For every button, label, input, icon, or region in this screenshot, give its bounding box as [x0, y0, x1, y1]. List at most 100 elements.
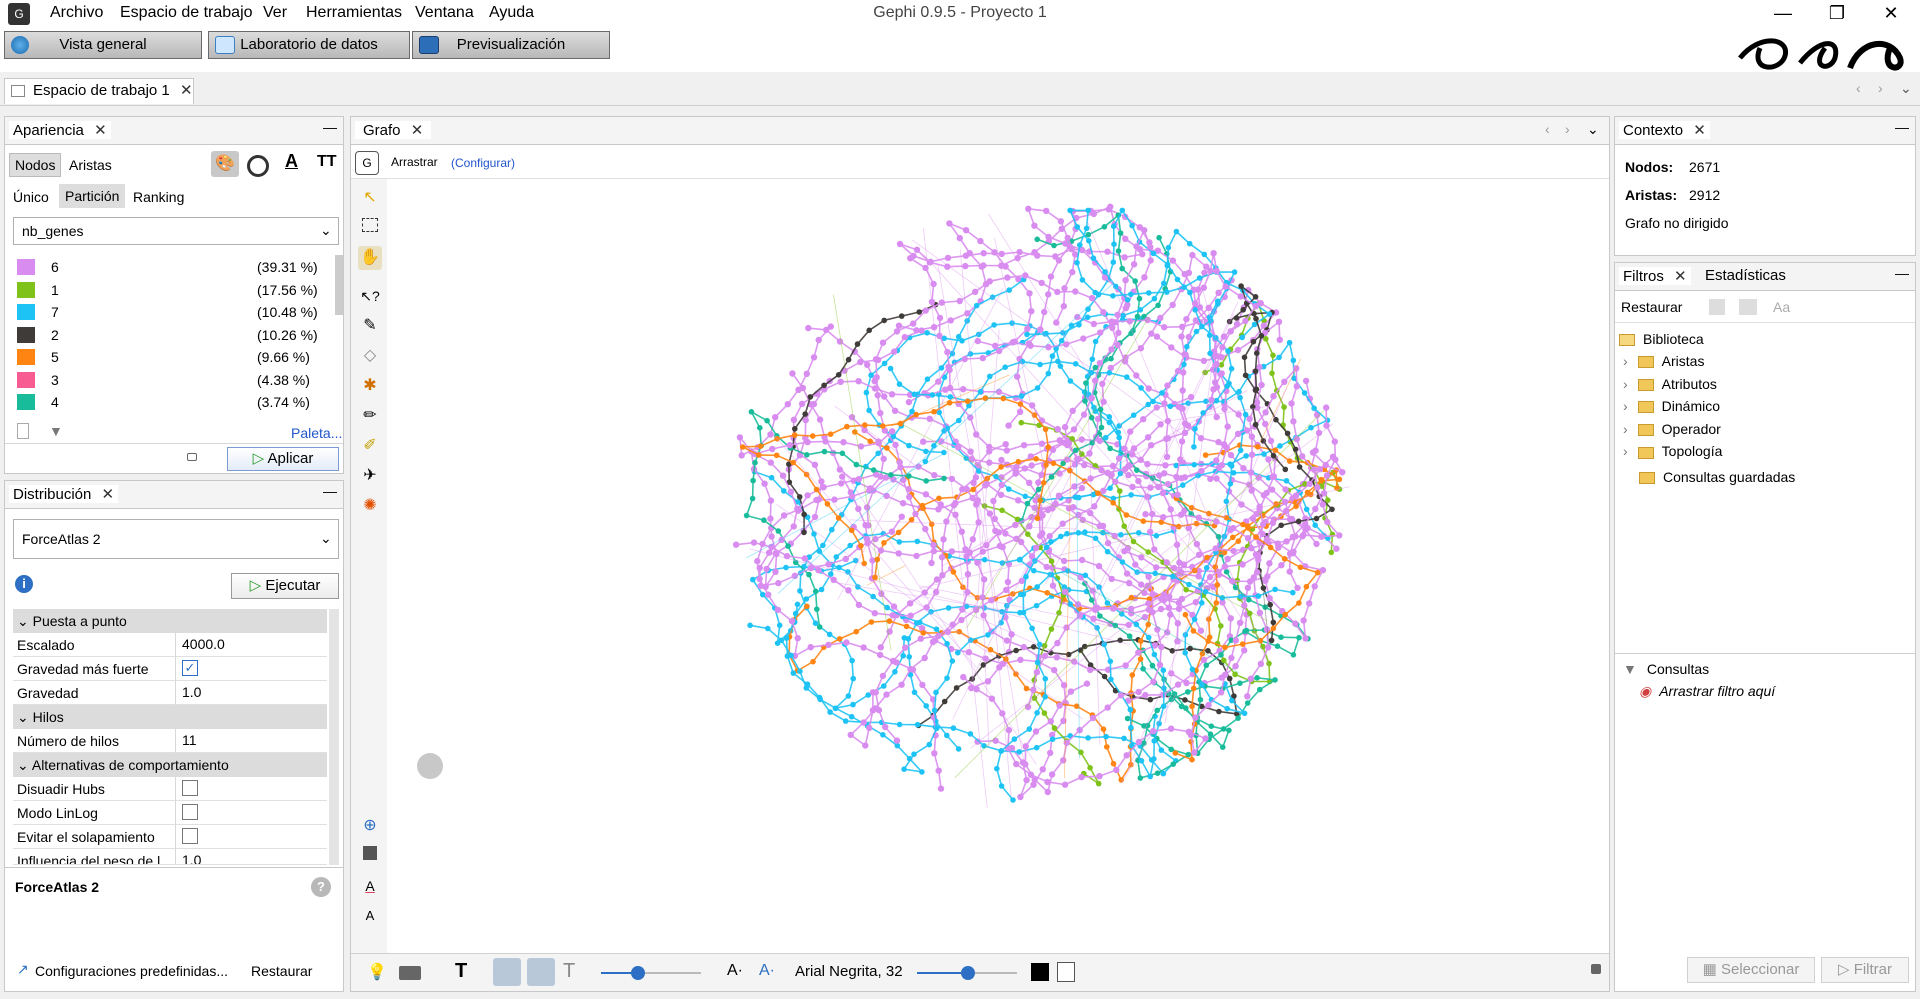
network-node[interactable]	[1030, 644, 1037, 650]
network-node[interactable]	[1125, 471, 1132, 479]
network-node[interactable]	[1299, 453, 1306, 460]
network-node[interactable]	[900, 653, 906, 659]
network-node[interactable]	[809, 433, 816, 439]
network-node[interactable]	[955, 746, 962, 752]
chevron-right-icon[interactable]: ›	[1623, 353, 1628, 369]
network-node[interactable]	[1063, 624, 1070, 631]
network-node[interactable]	[1034, 236, 1040, 243]
network-node[interactable]	[1252, 421, 1259, 428]
network-node[interactable]	[1284, 430, 1291, 437]
network-node[interactable]	[1012, 470, 1019, 477]
network-node[interactable]	[883, 691, 890, 698]
network-node[interactable]	[1241, 710, 1248, 717]
network-node[interactable]	[1199, 600, 1205, 606]
network-node[interactable]	[1255, 552, 1262, 559]
network-node[interactable]	[1186, 581, 1192, 588]
network-node[interactable]	[1253, 386, 1260, 392]
network-node[interactable]	[1230, 534, 1236, 541]
network-node[interactable]	[914, 721, 921, 728]
network-node[interactable]	[1003, 447, 1011, 454]
stronger-gravity-checkbox[interactable]: ✓	[182, 660, 198, 676]
network-node[interactable]	[870, 593, 876, 600]
network-node[interactable]	[1137, 775, 1144, 781]
network-node[interactable]	[1003, 637, 1011, 644]
network-node[interactable]	[973, 431, 980, 438]
network-node[interactable]	[776, 622, 783, 629]
tree-item[interactable]: › Operador	[1623, 421, 1721, 437]
network-node[interactable]	[750, 576, 756, 583]
network-node[interactable]	[1224, 423, 1231, 430]
network-node[interactable]	[1057, 218, 1065, 225]
network-node[interactable]	[1072, 447, 1079, 454]
network-node[interactable]	[991, 322, 997, 328]
network-node[interactable]	[794, 505, 801, 512]
network-node[interactable]	[1241, 647, 1248, 654]
network-node[interactable]	[1261, 451, 1267, 457]
network-node[interactable]	[907, 665, 914, 673]
copy-icon[interactable]	[17, 423, 29, 439]
network-node[interactable]	[1069, 407, 1076, 414]
network-node[interactable]	[1210, 250, 1217, 257]
network-node[interactable]	[833, 554, 840, 560]
close-icon[interactable]: ✕	[411, 122, 424, 139]
network-node[interactable]	[1104, 548, 1111, 555]
network-node[interactable]	[1168, 344, 1175, 351]
network-node[interactable]	[888, 472, 894, 478]
network-node[interactable]	[810, 354, 818, 361]
network-node[interactable]	[1311, 405, 1317, 411]
network-node[interactable]	[1094, 625, 1100, 631]
network-node[interactable]	[1179, 387, 1186, 394]
network-node[interactable]	[767, 459, 774, 466]
network-node[interactable]	[1309, 449, 1317, 456]
network-node[interactable]	[1022, 493, 1029, 500]
network-node[interactable]	[1142, 691, 1149, 699]
network-node[interactable]	[1115, 248, 1122, 254]
network-node[interactable]	[815, 336, 822, 344]
pencil-icon[interactable]: ✏	[358, 404, 382, 428]
network-node[interactable]	[1044, 506, 1052, 514]
size-icon[interactable]	[247, 155, 269, 177]
network-node[interactable]	[1124, 715, 1131, 722]
network-node[interactable]	[1146, 290, 1152, 296]
network-node[interactable]	[1141, 227, 1148, 234]
color-swatch[interactable]	[17, 371, 35, 388]
network-node[interactable]	[1151, 756, 1157, 762]
expand-icon[interactable]	[1591, 964, 1601, 974]
network-node[interactable]	[1117, 692, 1125, 699]
network-node[interactable]	[1045, 370, 1052, 377]
network-node[interactable]	[1049, 353, 1056, 359]
network-node[interactable]	[1147, 257, 1154, 264]
network-node[interactable]	[1080, 411, 1088, 418]
network-node[interactable]	[1229, 697, 1235, 704]
network-node[interactable]	[877, 644, 884, 651]
network-node[interactable]	[1254, 675, 1260, 681]
network-node[interactable]	[1187, 731, 1195, 739]
network-node[interactable]	[1132, 561, 1139, 568]
network-node[interactable]	[864, 361, 871, 368]
drag-hand-icon[interactable]: ✋	[358, 246, 382, 270]
network-node[interactable]	[999, 507, 1005, 514]
network-node[interactable]	[874, 392, 881, 399]
brush-icon[interactable]: ✎	[358, 314, 382, 338]
network-node[interactable]	[1149, 662, 1156, 669]
network-node[interactable]	[892, 441, 899, 449]
network-node[interactable]	[774, 606, 782, 614]
network-node[interactable]	[1115, 455, 1123, 462]
network-node[interactable]	[1121, 523, 1127, 529]
network-node[interactable]	[807, 394, 814, 400]
network-node[interactable]	[1296, 464, 1303, 470]
network-node[interactable]	[913, 246, 921, 253]
network-node[interactable]	[896, 240, 904, 248]
network-node[interactable]	[1006, 486, 1012, 492]
network-node[interactable]	[1170, 761, 1176, 767]
network-node[interactable]	[1328, 549, 1335, 556]
network-node[interactable]	[1092, 338, 1099, 345]
mode-preview-button[interactable]: Previsualización	[412, 31, 610, 59]
network-node[interactable]	[790, 670, 797, 676]
network-node[interactable]	[867, 438, 873, 445]
network-node[interactable]	[849, 657, 855, 664]
network-node[interactable]	[853, 461, 860, 468]
network-node[interactable]	[881, 683, 887, 689]
overlap-checkbox[interactable]	[182, 828, 198, 844]
network-node[interactable]	[1151, 651, 1158, 658]
